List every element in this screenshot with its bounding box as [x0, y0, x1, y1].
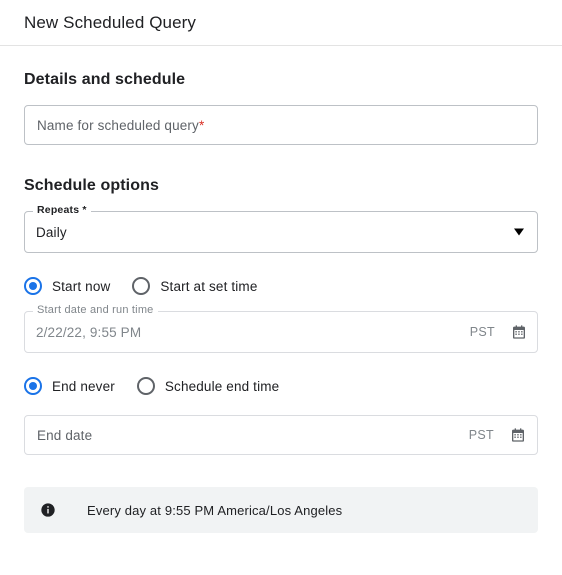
- end-date-field-trailing: PST: [469, 427, 526, 443]
- radio-end-never-label: End never: [52, 378, 115, 394]
- radio-start-now-mark: [24, 277, 42, 295]
- radio-end-never[interactable]: End never: [24, 377, 115, 395]
- repeats-select-value: Daily: [36, 224, 67, 240]
- start-date-field-trailing: PST: [470, 324, 527, 340]
- radio-start-at-set-time[interactable]: Start at set time: [132, 277, 257, 295]
- end-radio-group: End never Schedule end time: [24, 377, 538, 395]
- page-header: New Scheduled Query: [0, 0, 562, 46]
- schedule-section-heading: Schedule options: [24, 177, 159, 194]
- end-date-field-wrapper: End date PST: [24, 415, 538, 455]
- schedule-summary-banner: Every day at 9:55 PM America/Los Angeles: [24, 487, 538, 533]
- radio-schedule-end-time-label: Schedule end time: [164, 378, 280, 394]
- repeats-select[interactable]: Repeats * Daily: [24, 204, 538, 253]
- radio-start-at-set-time-label: Start at set time: [160, 278, 258, 294]
- radio-schedule-end-time-mark: [136, 377, 155, 395]
- radio-end-never-mark: [24, 377, 42, 395]
- schedule-summary-text: Every day at 9:55 PM America/Los Angeles: [87, 502, 343, 518]
- name-placeholder-text: Name for scheduled query: [37, 117, 199, 133]
- chevron-down-icon[interactable]: [514, 228, 524, 236]
- info-icon: [40, 502, 56, 518]
- start-date-field-label: Start date and run time: [33, 304, 158, 317]
- repeats-select-border: [24, 211, 538, 253]
- end-date-timezone-label: PST: [468, 428, 494, 442]
- name-required-asterisk: *: [198, 117, 205, 133]
- page-title: New Scheduled Query: [24, 12, 196, 32]
- details-section-heading: Details and schedule: [24, 71, 186, 88]
- start-date-timezone-label: PST: [469, 325, 495, 339]
- end-date-placeholder: End date: [37, 427, 93, 443]
- radio-schedule-end-time[interactable]: Schedule end time: [136, 377, 280, 395]
- radio-start-at-set-time-mark: [132, 277, 151, 295]
- start-date-and-run-time-input[interactable]: Start date and run time 2/22/22, 9:55 PM…: [24, 304, 538, 353]
- calendar-icon[interactable]: [511, 324, 527, 340]
- start-date-field-wrapper: Start date and run time 2/22/22, 9:55 PM…: [24, 304, 538, 353]
- start-radio-group: Start now Start at set time: [24, 277, 538, 295]
- schedule-section-header: Schedule options: [24, 145, 538, 195]
- name-field-wrapper: Name for scheduled query*: [24, 105, 538, 145]
- radio-start-now-label: Start now: [52, 278, 111, 294]
- start-date-field-value: 2/22/22, 9:55 PM: [36, 324, 142, 340]
- repeats-select-label: Repeats *: [33, 204, 91, 217]
- name-input-placeholder: Name for scheduled query*: [37, 118, 204, 133]
- details-section-header: Details and schedule: [24, 46, 538, 89]
- end-date-input[interactable]: End date PST: [24, 415, 538, 455]
- scheduled-query-name-input[interactable]: Name for scheduled query*: [24, 105, 538, 145]
- form-content: Details and schedule Name for scheduled …: [0, 46, 562, 533]
- calendar-icon[interactable]: [510, 427, 526, 443]
- radio-start-now[interactable]: Start now: [24, 277, 110, 295]
